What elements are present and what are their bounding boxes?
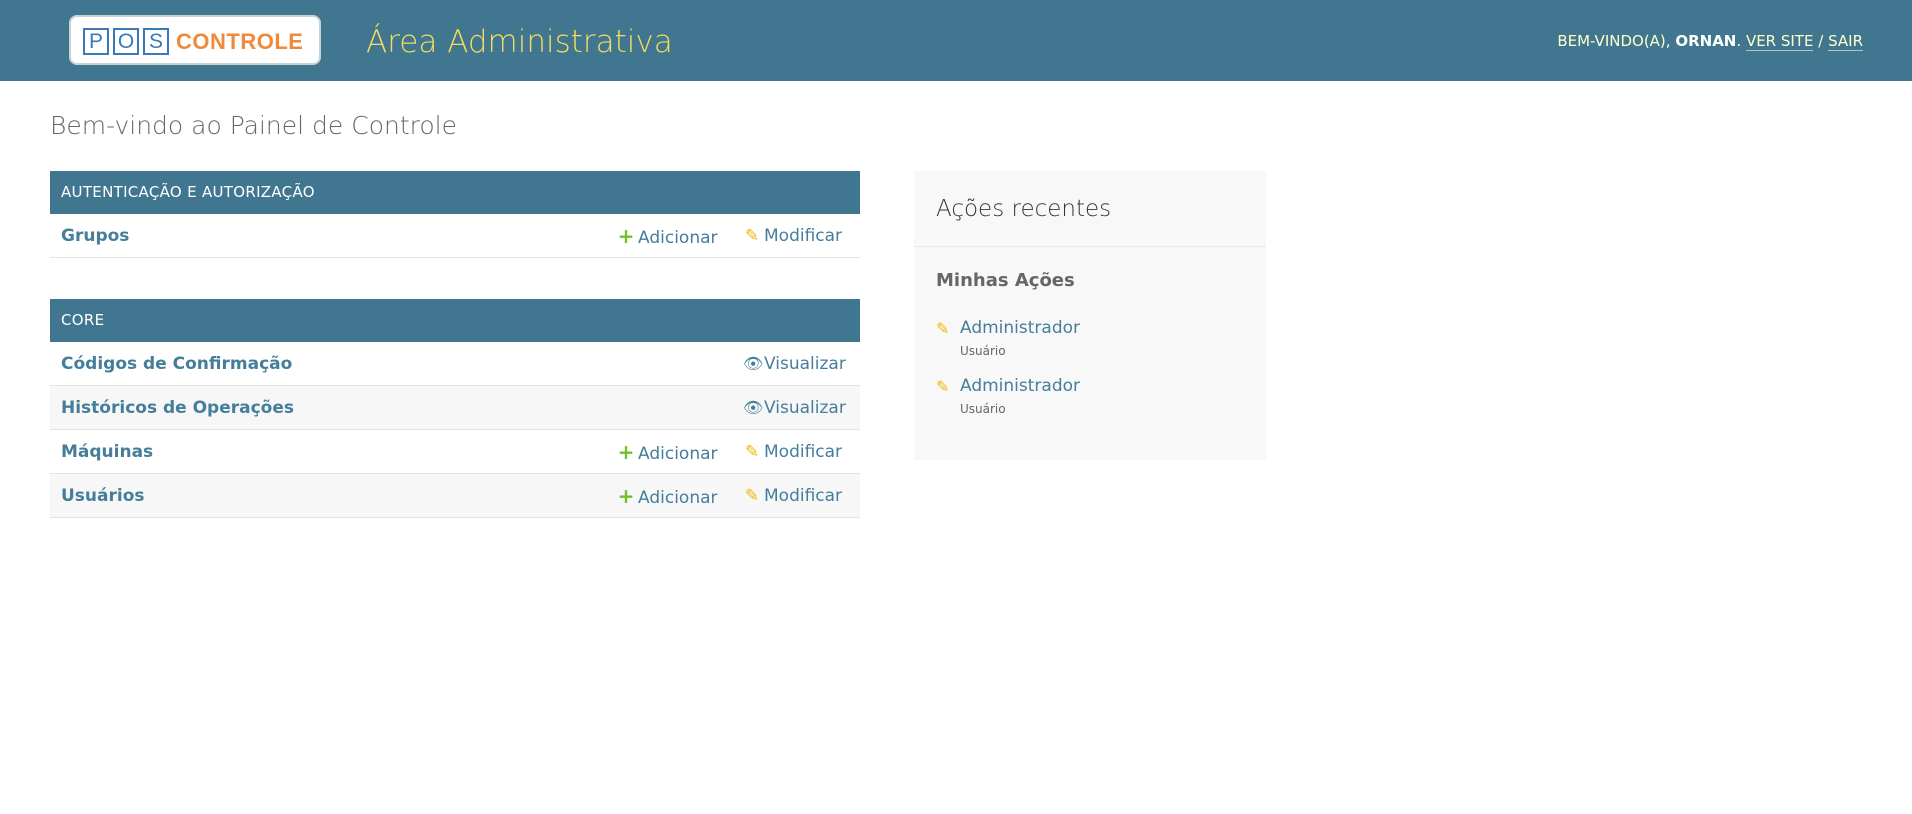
logo-letter-p: P [83, 28, 109, 55]
change-label: Modificar [764, 226, 843, 246]
pencil-icon: ✎ [936, 377, 950, 396]
recent-action-link[interactable]: Administrador [960, 318, 1080, 338]
add-label: Adicionar [638, 488, 718, 508]
module-caption[interactable]: CORE [50, 299, 860, 342]
username: ORNAN [1675, 32, 1737, 50]
change-button[interactable]: ✎ Modificar [743, 474, 842, 518]
pencil-icon: ✎ [744, 226, 760, 246]
pencil-icon: ✎ [936, 319, 950, 338]
model-link-codigos-confirmacao[interactable]: Códigos de Confirmação [61, 342, 292, 386]
user-tools-period: . [1736, 32, 1742, 50]
add-button[interactable]: + Adicionar [617, 430, 718, 476]
logo-letter-o: O [113, 28, 139, 55]
plus-icon: + [617, 224, 635, 248]
model-link-grupos[interactable]: Grupos [61, 214, 129, 258]
site-name[interactable]: Área Administrativa [366, 22, 673, 62]
recent-actions-panel: Ações recentes Minhas Ações ✎ Administra… [914, 171, 1266, 460]
model-link-historicos-operacoes[interactable]: Históricos de Operações [61, 386, 294, 430]
table-row: Máquinas + Adicionar ✎ Modificar [50, 430, 860, 474]
view-label: Visualizar [764, 354, 846, 374]
logout-link[interactable]: SAIR [1828, 32, 1863, 51]
user-tools-separator: / [1818, 32, 1824, 50]
module-core: CORE Códigos de Confirmação 👁Visualizar … [50, 299, 860, 518]
view-button[interactable]: 👁Visualizar [743, 342, 846, 386]
pos-controle-logo[interactable]: P O S CONTROLE [69, 15, 321, 65]
page-title: Bem-vindo ao Painel de Controle [50, 111, 457, 140]
add-label: Adicionar [638, 444, 718, 464]
plus-icon: + [617, 440, 635, 464]
add-button[interactable]: + Adicionar [617, 474, 718, 520]
pencil-icon: ✎ [744, 442, 760, 462]
eye-icon: 👁 [743, 398, 764, 417]
table-row: Códigos de Confirmação 👁Visualizar [50, 342, 860, 386]
model-link-maquinas[interactable]: Máquinas [61, 430, 153, 474]
view-label: Visualizar [764, 398, 846, 418]
add-label: Adicionar [638, 228, 718, 248]
change-label: Modificar [764, 486, 843, 506]
add-button[interactable]: + Adicionar [617, 214, 718, 260]
view-button[interactable]: 👁Visualizar [743, 386, 846, 430]
recent-action-link[interactable]: Administrador [960, 376, 1080, 396]
table-row: Usuários + Adicionar ✎ Modificar [50, 474, 860, 518]
recent-action-type: Usuário [960, 344, 1006, 358]
change-button[interactable]: ✎ Modificar [743, 430, 842, 474]
change-button[interactable]: ✎ Modificar [743, 214, 842, 258]
recent-actions-title: Ações recentes [936, 196, 1112, 222]
eye-icon: 👁 [743, 354, 764, 373]
view-site-link[interactable]: VER SITE [1745, 32, 1814, 51]
user-tools: BEM-VINDO(A), ORNAN. VER SITE / SAIR [1557, 31, 1863, 51]
table-row: Históricos de Operações 👁Visualizar [50, 386, 860, 430]
welcome-text: BEM-VINDO(A), [1557, 32, 1671, 50]
my-actions-title: Minhas Ações [936, 270, 1075, 291]
logo-letter-s: S [143, 28, 169, 55]
module-caption[interactable]: AUTENTICAÇÃO E AUTORIZAÇÃO [50, 171, 860, 214]
recent-action-type: Usuário [960, 402, 1006, 416]
module-auth: AUTENTICAÇÃO E AUTORIZAÇÃO Grupos + Adici… [50, 171, 860, 258]
table-row: Grupos + Adicionar ✎ Modificar [50, 214, 860, 258]
plus-icon: + [617, 484, 635, 508]
pencil-icon: ✎ [744, 486, 760, 506]
model-link-usuarios[interactable]: Usuários [61, 474, 145, 518]
header: P O S CONTROLE Área Administrativa BEM-V… [0, 0, 1912, 81]
divider [914, 246, 1266, 247]
logo-wordmark: CONTROLE [176, 29, 304, 54]
change-label: Modificar [764, 442, 843, 462]
